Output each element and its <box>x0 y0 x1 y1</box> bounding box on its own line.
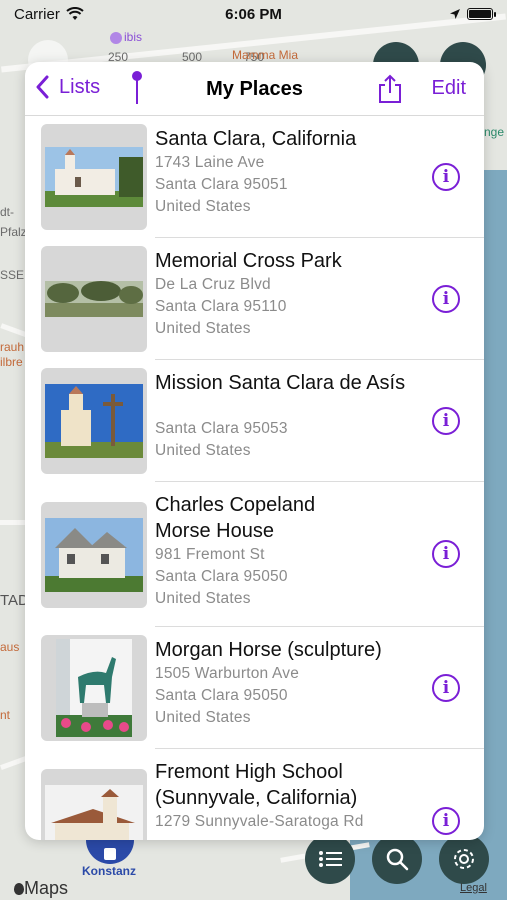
list-button[interactable] <box>305 834 355 884</box>
map-marker-konstanz[interactable]: Konstanz <box>82 830 138 878</box>
church-photo <box>45 147 143 207</box>
map-label-mamma-mia: Mamma Mia <box>232 48 299 62</box>
sculpture-photo <box>56 639 132 737</box>
map-label-dt: dt- <box>0 205 15 219</box>
place-thumbnail <box>41 502 147 608</box>
list-item[interactable]: Charles Copeland Morse House 981 Fremont… <box>41 482 484 627</box>
map-label-ilbre: ilbre <box>0 355 23 369</box>
place-title: Fremont High School <box>155 761 343 783</box>
place-address-line: United States <box>155 320 251 337</box>
place-address-line: United States <box>155 590 251 607</box>
search-icon <box>386 848 409 871</box>
places-list: Santa Clara, California 1743 Laine Ave S… <box>25 116 484 840</box>
place-title: Charles Copeland <box>155 494 316 516</box>
share-icon[interactable] <box>377 74 403 104</box>
place-thumbnail <box>41 246 147 352</box>
place-title: Morse House <box>155 520 274 542</box>
info-icon[interactable]: i <box>432 540 460 568</box>
info-icon[interactable]: i <box>432 674 460 702</box>
place-address-line: United States <box>155 198 251 215</box>
battery-icon <box>467 8 496 20</box>
list-item[interactable]: Memorial Cross Park De La Cruz Blvd Sant… <box>41 238 484 360</box>
place-thumbnail <box>41 635 147 741</box>
place-title: Morgan Horse (sculpture) <box>155 639 382 661</box>
mission-photo <box>45 384 143 458</box>
school-photo <box>45 785 143 840</box>
list-item[interactable]: Morgan Horse (sculpture) 1505 Warburton … <box>41 627 484 749</box>
list-item[interactable]: Mission Santa Clara de Asís Santa Clara … <box>41 360 484 482</box>
map-label-ibis: ibis <box>110 30 142 44</box>
edit-button[interactable]: Edit <box>432 77 466 100</box>
search-button[interactable] <box>372 834 422 884</box>
place-thumbnail <box>41 769 147 840</box>
place-title: Mission Santa Clara de Asís <box>155 372 406 394</box>
list-item[interactable]: Santa Clara, California 1743 Laine Ave S… <box>41 116 484 238</box>
place-title: Santa Clara, California <box>155 128 357 150</box>
map-label-nge: nge <box>484 125 505 139</box>
lists-back-button[interactable]: Lists <box>35 75 100 99</box>
settings-button[interactable] <box>439 834 489 884</box>
place-thumbnail <box>41 368 147 474</box>
map-label-nt: nt <box>0 708 11 722</box>
building-icon <box>104 848 116 860</box>
place-thumbnail <box>41 124 147 230</box>
place-title: Memorial Cross Park <box>155 250 342 272</box>
navigation-bar: Lists My Places Edit <box>25 62 484 116</box>
place-title: (Sunnyvale, California) <box>155 787 358 809</box>
pin-icon[interactable] <box>129 70 145 106</box>
map-label-rauh: rauh <box>0 340 25 354</box>
list-icon <box>319 851 342 867</box>
location-arrow-icon <box>450 9 460 19</box>
maps-label: Maps <box>24 878 69 898</box>
info-icon[interactable]: i <box>432 807 460 835</box>
info-icon[interactable]: i <box>432 407 460 435</box>
status-bar: Carrier 6:06 PM <box>0 0 507 28</box>
map-label-aus: aus <box>0 640 20 654</box>
place-address-line: United States <box>155 442 251 459</box>
legal-link[interactable]: Legal <box>460 882 487 894</box>
chevron-left-icon <box>36 75 49 99</box>
map-label-sse: SSE <box>0 268 25 282</box>
lists-back-label: Lists <box>59 75 101 98</box>
apple-icon <box>14 883 24 895</box>
maps-logo: Maps <box>14 878 68 899</box>
carrier-label: Carrier <box>14 5 60 23</box>
map-label-pfalz: Pfalz <box>0 225 27 239</box>
list-item[interactable]: Fremont High School (Sunnyvale, Californ… <box>41 749 484 840</box>
place-address-line: Santa Clara 95050 <box>155 568 288 585</box>
info-icon[interactable]: i <box>432 285 460 313</box>
gear-icon <box>454 849 474 869</box>
info-icon[interactable]: i <box>432 163 460 191</box>
wifi-icon <box>66 7 84 20</box>
place-address-line: United States <box>155 709 251 726</box>
my-places-panel: Lists My Places Edit Santa Clara, Califo… <box>25 62 484 840</box>
park-photo <box>45 281 143 317</box>
map-label-konstanz: Konstanz <box>82 864 136 878</box>
house-photo <box>45 518 143 592</box>
